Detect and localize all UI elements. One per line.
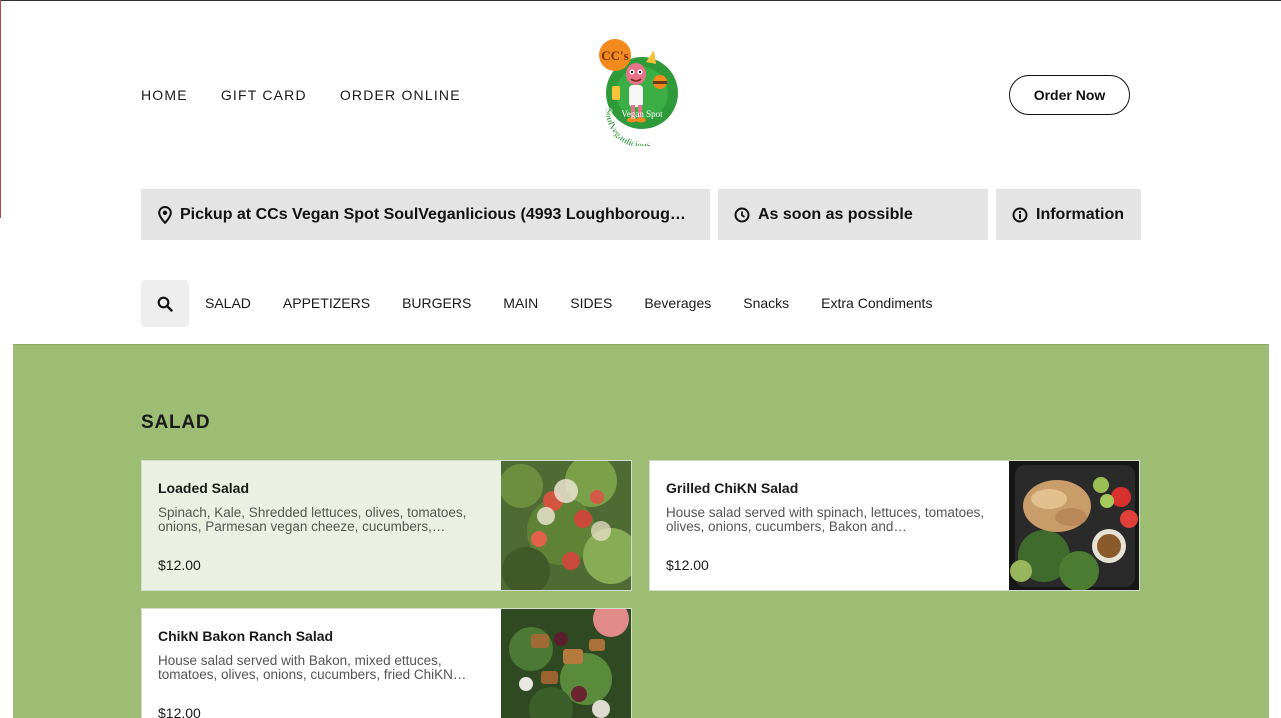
menu-item-description: Spinach, Kale, Shredded lettuces, olives…	[158, 506, 467, 534]
category-tab-extra-condiments[interactable]: Extra Condiments	[821, 295, 932, 311]
menu-item-price: $12.00	[666, 557, 709, 573]
menu-item-name: Loaded Salad	[158, 480, 250, 496]
nav-gift-card[interactable]: GIFT CARD	[221, 87, 307, 103]
category-tab-main[interactable]: MAIN	[503, 295, 538, 311]
category-tab-burgers[interactable]: BURGERS	[402, 295, 471, 311]
menu-item-description: House salad served with Bakon, mixed ett…	[158, 654, 467, 682]
menu-item-photo	[501, 461, 631, 590]
window-top-border	[0, 0, 1281, 1]
window-left-border	[0, 0, 1, 218]
menu-item-card[interactable]: Grilled ChiKN Salad House salad served w…	[649, 460, 1140, 591]
menu-item-price: $12.00	[158, 557, 201, 573]
menu-item-name: Grilled ChiKN Salad	[666, 480, 799, 496]
category-tab-beverages[interactable]: Beverages	[644, 295, 711, 311]
menu-item-price: $12.00	[158, 705, 201, 718]
search-icon	[157, 296, 173, 312]
menu-item-name: ChikN Bakon Ranch Salad	[158, 628, 334, 644]
information-button[interactable]: Information	[996, 189, 1141, 240]
info-icon	[1012, 207, 1028, 222]
category-tab-appetizers[interactable]: APPETIZERS	[283, 295, 370, 311]
pickup-time-selector[interactable]: As soon as possible	[718, 189, 988, 240]
menu-search-button[interactable]	[141, 280, 189, 327]
category-tabs: SALAD APPETIZERS BURGERS MAIN SIDES Beve…	[205, 295, 964, 311]
pickup-location-selector[interactable]: Pickup at CCs Vegan Spot SoulVeganliciou…	[141, 189, 710, 240]
menu-item-photo	[1009, 461, 1139, 590]
section-title-salad: SALAD	[141, 412, 211, 433]
nav-home[interactable]: HOME	[141, 87, 188, 103]
order-now-button[interactable]: Order Now	[1009, 75, 1130, 115]
clock-icon	[734, 207, 750, 222]
pickup-time-text: As soon as possible	[758, 205, 913, 223]
category-tab-sides[interactable]: SIDES	[570, 295, 612, 311]
category-tab-salad[interactable]: SALAD	[205, 295, 251, 311]
information-text: Information	[1036, 205, 1124, 223]
category-tab-snacks[interactable]: Snacks	[743, 295, 789, 311]
location-pin-icon	[158, 205, 172, 224]
menu-item-description: House salad served with spinach, lettuce…	[666, 506, 985, 534]
menu-item-card[interactable]: Loaded Salad Spinach, Kale, Shredded let…	[141, 460, 632, 591]
menu-item-photo	[501, 609, 631, 718]
nav-order-online[interactable]: ORDER ONLINE	[340, 87, 461, 103]
logo-badge-text: CC's	[601, 48, 628, 63]
menu-item-card[interactable]: ChikN Bakon Ranch Salad House salad serv…	[141, 608, 632, 718]
main-nav: HOME GIFT CARD ORDER ONLINE	[141, 87, 461, 103]
logo-ring-text-top: Vegan Spot	[621, 109, 663, 119]
pickup-location-text: Pickup at CCs Vegan Spot SoulVeganliciou…	[180, 205, 692, 223]
restaurant-logo[interactable]: CC's Vegan Spot SoulVeganlicious	[596, 38, 686, 151]
